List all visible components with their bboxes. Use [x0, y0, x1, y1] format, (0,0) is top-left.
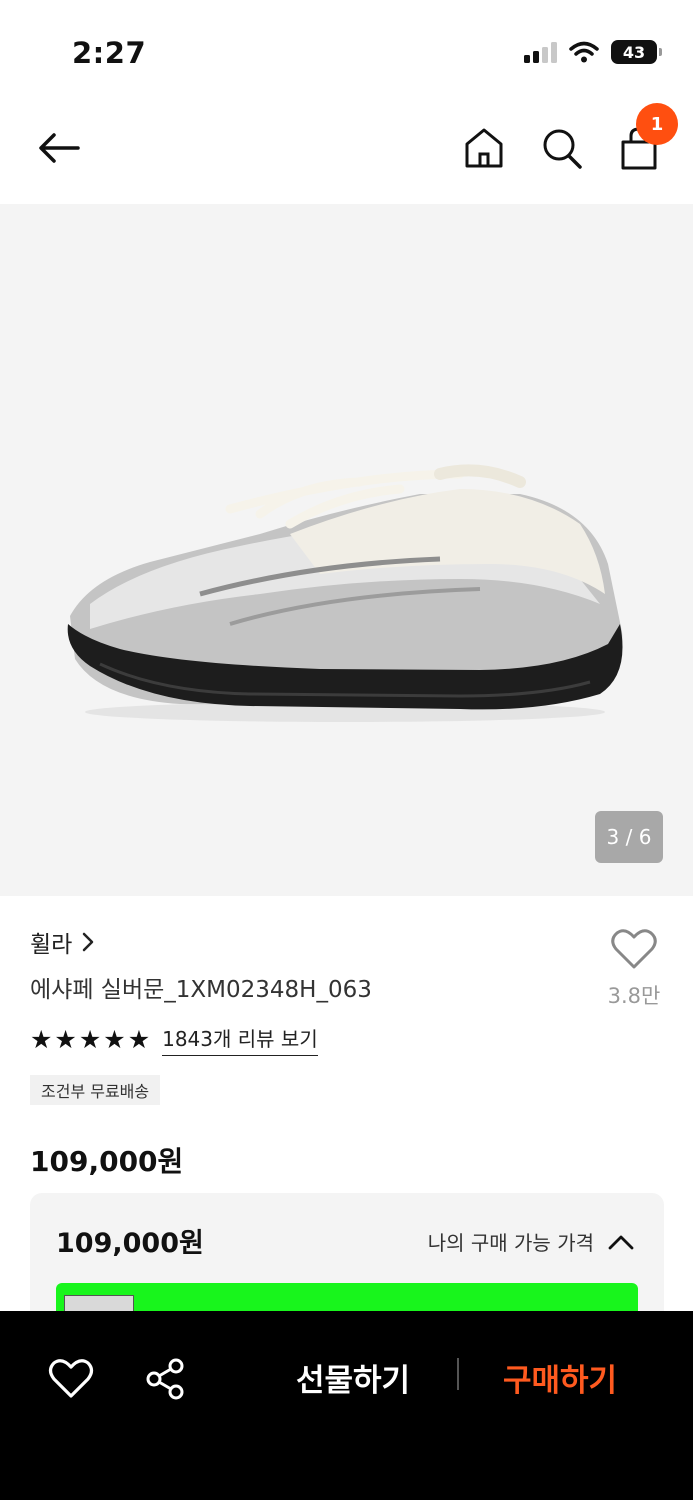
star-icon: ★: [30, 1024, 53, 1054]
home-button[interactable]: [462, 124, 506, 172]
cellular-signal-icon: [524, 41, 557, 63]
shipping-tag: 조건부 무료배송: [30, 1075, 161, 1105]
buy-button[interactable]: 구매하기: [503, 1355, 617, 1400]
price-box-toggle[interactable]: 나의 구매 가능 가격: [428, 1227, 634, 1256]
chevron-right-icon: [83, 932, 94, 952]
brand-name: 휠라: [30, 932, 73, 958]
star-icon: ★: [103, 1024, 126, 1054]
product-price: 109,000원: [30, 1145, 184, 1178]
star-icon: ★: [78, 1024, 102, 1054]
star-icon: ★: [54, 1024, 77, 1054]
price-box-amount: 109,000원: [56, 1228, 204, 1259]
image-counter: 3 / 6: [595, 811, 663, 863]
rating-stars: ★ ★ ★ ★ ★: [30, 1024, 151, 1054]
share-button[interactable]: [142, 1355, 190, 1403]
brand-link[interactable]: 휠라: [30, 925, 94, 959]
heart-icon: [48, 1359, 94, 1398]
heart-icon: [611, 929, 657, 969]
home-icon: [465, 128, 503, 168]
cart-count-badge: 1: [636, 103, 678, 145]
star-icon: ★: [127, 1024, 151, 1054]
rating-row: ★ ★ ★ ★ ★ 1843개 리뷰 보기: [30, 1023, 318, 1056]
battery-icon: 43: [611, 40, 662, 64]
gift-button[interactable]: 선물하기: [296, 1355, 410, 1400]
battery-level: 43: [622, 42, 646, 62]
bottom-wishlist-button[interactable]: [47, 1355, 95, 1403]
status-icons: 43: [524, 40, 662, 64]
wifi-icon: [569, 41, 599, 63]
status-bar: 2:27 43: [0, 0, 693, 100]
back-button[interactable]: [34, 128, 84, 168]
product-image-carousel[interactable]: 3 / 6: [0, 204, 693, 896]
product-name: 에샤페 실버문_1XM02348H_063: [30, 977, 372, 1003]
review-link[interactable]: 1843개 리뷰 보기: [162, 1023, 318, 1056]
chevron-up-icon: [608, 1235, 634, 1249]
bottom-bar-divider: [457, 1358, 459, 1390]
product-shoe-image: [67, 464, 623, 722]
search-icon: [543, 129, 582, 169]
status-time: 2:27: [72, 36, 147, 70]
share-icon: [146, 1358, 184, 1400]
search-button[interactable]: [540, 124, 584, 172]
wish-count: 3.8만: [607, 984, 661, 1008]
wishlist-button[interactable]: 3.8만: [598, 928, 670, 1010]
back-arrow-icon: [39, 133, 80, 163]
bottom-action-bar: 선물하기 구매하기: [0, 1311, 693, 1500]
price-box-toggle-label: 나의 구매 가능 가격: [427, 1231, 594, 1255]
app-header: 1: [0, 100, 693, 204]
